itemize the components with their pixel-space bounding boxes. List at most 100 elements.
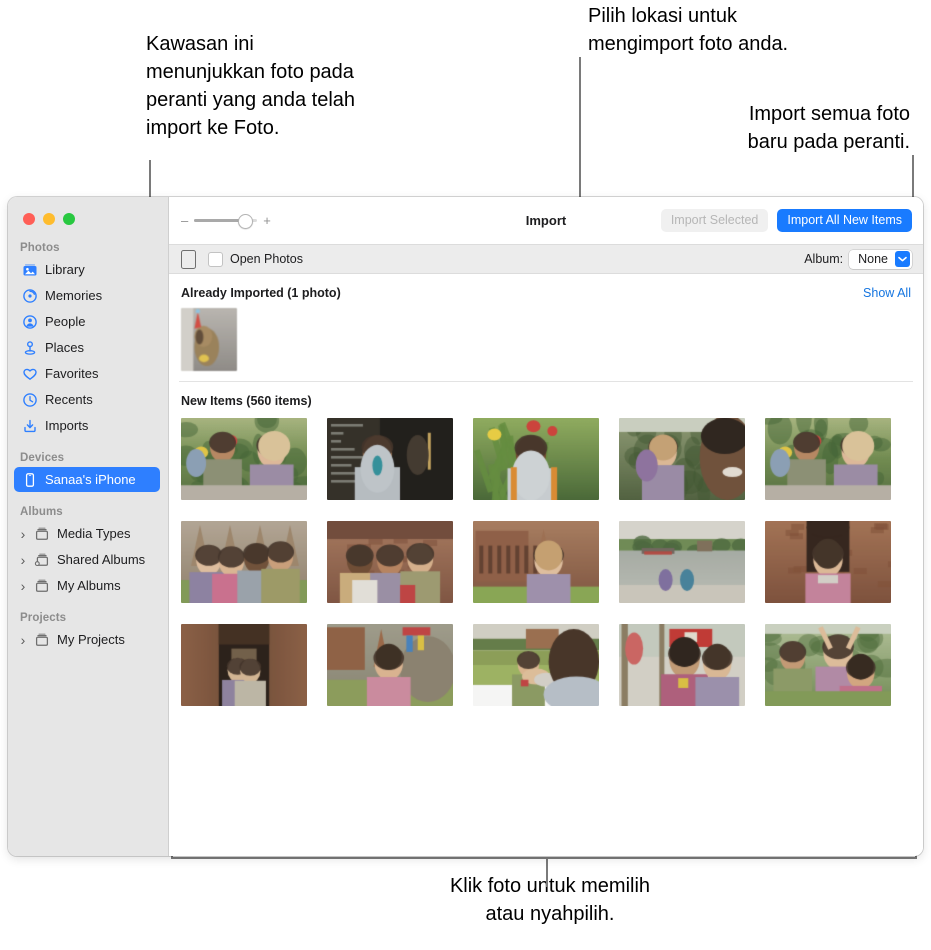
photo-group-four-temple[interactable] — [181, 521, 307, 603]
sidebar-item-library[interactable]: Library — [14, 257, 160, 282]
sidebar: Photos Library Memories People Places Favorit… — [8, 197, 169, 856]
album-icon — [34, 632, 50, 648]
photo-friends-on-grass[interactable] — [473, 624, 599, 706]
album-selected-value: None — [858, 252, 888, 266]
zoom-button[interactable] — [63, 213, 75, 225]
sidebar-item-shared-albums[interactable]: › Shared Albums — [14, 547, 160, 572]
sidebar-item-imports[interactable]: Imports — [14, 413, 160, 438]
photo-three-women-ruins[interactable] — [327, 521, 453, 603]
photo-women-market-stall[interactable] — [619, 624, 745, 706]
sidebar-item-sanaa-s-iphone[interactable]: Sanaa's iPhone — [14, 467, 160, 492]
photo-grid-row — [181, 418, 911, 500]
chevron-right-icon[interactable]: › — [18, 578, 28, 594]
sidebar-item-label: Recents — [45, 392, 93, 407]
photo-corridor-brick-temple[interactable] — [181, 624, 307, 706]
photo-women-arms-raised[interactable] — [765, 624, 891, 706]
photo-cell — [327, 418, 473, 500]
open-photos-label: Open Photos — [230, 252, 303, 266]
sidebar-group-photos: Photos — [8, 242, 168, 256]
sidebar-item-media-types[interactable]: › Media Types — [14, 521, 160, 546]
callout-left-text: Kawasan ini menunjukkan foto pada perant… — [146, 30, 476, 142]
sidebar-item-label: Memories — [45, 288, 102, 303]
library-icon — [22, 262, 38, 278]
clock-icon — [22, 392, 38, 408]
people-icon — [22, 314, 38, 330]
heart-icon — [22, 366, 38, 382]
import-all-new-items-button[interactable]: Import All New Items — [777, 209, 912, 232]
memories-icon — [22, 288, 38, 304]
photo-cell — [619, 521, 765, 603]
sidebar-item-label: Places — [45, 340, 84, 355]
photo-woman-temple-doorway[interactable] — [765, 521, 891, 603]
photo-grid-row — [181, 521, 911, 603]
zoom-in-icon[interactable]: + — [263, 214, 271, 227]
photo-woman-elephant-statue[interactable] — [327, 624, 453, 706]
zoom-out-icon[interactable]: – — [181, 214, 188, 227]
photo-cell — [181, 521, 327, 603]
photo-cell — [181, 418, 327, 500]
close-button[interactable] — [23, 213, 35, 225]
sidebar-item-label: Library — [45, 262, 85, 277]
import-content: Already Imported (1 photo) Show All New … — [169, 274, 923, 856]
photo-two-women-garden[interactable] — [181, 418, 307, 500]
photo-cell — [473, 521, 619, 603]
zoom-slider-knob[interactable] — [238, 214, 253, 229]
sidebar-item-my-albums[interactable]: › My Albums — [14, 573, 160, 598]
sidebar-item-recents[interactable]: Recents — [14, 387, 160, 412]
sidebar-item-my-projects[interactable]: › My Projects — [14, 627, 160, 652]
photo-woman-backpack-trees[interactable] — [619, 418, 745, 500]
open-photos-checkbox[interactable] — [208, 252, 223, 267]
sidebar-item-label: Shared Albums — [57, 552, 145, 567]
chevron-right-icon[interactable]: › — [18, 632, 28, 648]
minimize-button[interactable] — [43, 213, 55, 225]
photo-grid-row — [181, 624, 911, 706]
photo-cell — [619, 624, 765, 706]
chevron-down-icon[interactable] — [895, 251, 910, 267]
photo-two-women-garden-2[interactable] — [765, 418, 891, 500]
import-options-bar: Open Photos Album: None — [169, 244, 923, 274]
photos-window: Photos Library Memories People Places Favorit… — [8, 197, 923, 856]
photo-cell — [473, 624, 619, 706]
already-imported-header: Already Imported (1 photo) Show All — [169, 274, 923, 300]
show-all-link[interactable]: Show All — [863, 286, 911, 300]
photo-woman-smiling-ruins[interactable] — [473, 521, 599, 603]
sidebar-group-albums: Albums — [8, 506, 168, 520]
main-panel: – + Import Import Selected Import All Ne… — [169, 197, 923, 856]
sidebar-item-places[interactable]: Places — [14, 335, 160, 360]
photo-man-with-flowers[interactable] — [473, 418, 599, 500]
thumbnail-dog-party-hat[interactable] — [181, 308, 237, 371]
album-select[interactable]: None — [849, 250, 912, 269]
import-selected-button[interactable]: Import Selected — [661, 209, 769, 232]
album-icon — [34, 526, 50, 542]
zoom-slider-fill — [194, 219, 244, 222]
shared-album-icon — [34, 552, 50, 568]
chevron-right-icon[interactable]: › — [18, 552, 28, 568]
sidebar-item-memories[interactable]: Memories — [14, 283, 160, 308]
import-icon — [22, 418, 38, 434]
photo-river-boat-pier[interactable] — [619, 521, 745, 603]
sidebar-item-label: Media Types — [57, 526, 130, 541]
photo-cell — [327, 521, 473, 603]
callout-right-text: Import semua foto baru pada peranti. — [600, 100, 910, 156]
sidebar-group-devices: Devices — [8, 452, 168, 466]
sidebar-item-label: Imports — [45, 418, 88, 433]
sidebar-item-label: People — [45, 314, 85, 329]
sidebar-item-favorites[interactable]: Favorites — [14, 361, 160, 386]
callout-bottom-text: Klik foto untuk memilih atau nyahpilih. — [170, 872, 930, 928]
new-items-title: New Items (560 items) — [181, 394, 312, 408]
sidebar-item-label: Sanaa's iPhone — [45, 472, 136, 487]
toolbar: – + Import Import Selected Import All Ne… — [169, 197, 923, 244]
iphone-icon — [22, 472, 38, 488]
photo-grid — [169, 408, 923, 706]
chevron-right-icon[interactable]: › — [18, 526, 28, 542]
photo-man-at-chalkboard-cafe[interactable] — [327, 418, 453, 500]
sidebar-item-people[interactable]: People — [14, 309, 160, 334]
album-label: Album: — [804, 252, 843, 266]
zoom-slider[interactable]: – + — [181, 214, 271, 227]
window-traffic-lights — [8, 197, 168, 225]
zoom-slider-track[interactable] — [194, 219, 257, 222]
photo-cell — [765, 624, 911, 706]
photo-cell — [619, 418, 765, 500]
iphone-icon — [181, 250, 196, 269]
new-items-header: New Items (560 items) — [169, 382, 923, 408]
